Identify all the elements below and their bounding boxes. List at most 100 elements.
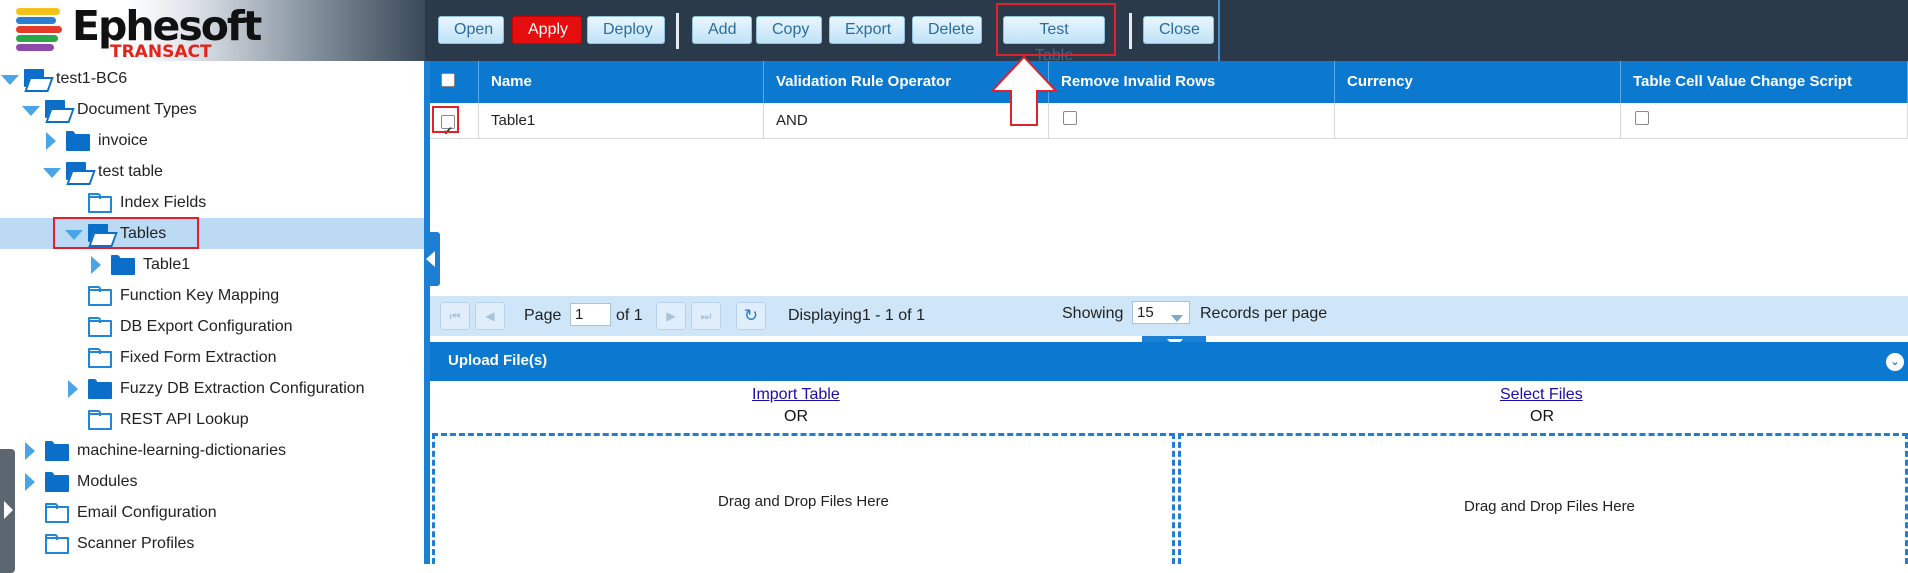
logo: Ephesoft TRANSACT <box>0 0 425 62</box>
collapsed-arrow-icon[interactable] <box>21 441 39 460</box>
column-header-change-script[interactable]: Table Cell Value Change Script <box>1621 61 1908 103</box>
first-page-icon: ⏮ <box>449 309 461 323</box>
close-button[interactable]: Close <box>1143 16 1214 44</box>
tree-node-index-fields[interactable]: Index Fields <box>64 187 206 218</box>
delete-button[interactable]: Delete <box>912 16 982 44</box>
test-table-highlight <box>996 3 1116 56</box>
first-page-button[interactable]: ⏮ <box>440 302 470 330</box>
collapsed-arrow-icon[interactable] <box>42 131 60 150</box>
annotation-up-arrow-icon <box>990 55 1058 126</box>
remove-invalid-rows-checkbox[interactable] <box>1063 111 1077 125</box>
tree-node-label: REST API Lookup <box>120 410 249 428</box>
tree-node-table1[interactable]: Table1 <box>87 249 190 280</box>
folder-icon <box>45 471 69 492</box>
folder-outline-icon <box>45 502 69 523</box>
drop-zone-import-table[interactable]: Drag and Drop Files Here <box>432 433 1175 564</box>
tree-node-test-table[interactable]: test table <box>42 156 163 187</box>
tree-node-label: Index Fields <box>120 193 207 211</box>
drop-zone-text: Drag and Drop Files Here <box>718 493 889 510</box>
tree-node-label: Email Configuration <box>77 503 217 521</box>
drop-zone-select-files[interactable]: Drag and Drop Files Here <box>1178 433 1908 564</box>
folder-outline-icon <box>88 409 112 430</box>
tree-node-label: Function Key Mapping <box>120 286 280 304</box>
records-per-page-label: Records per page <box>1200 305 1328 322</box>
or-label: OR <box>784 408 808 425</box>
tree-node-label: test table <box>98 162 163 180</box>
tree-node-label: Fuzzy DB Extraction Configuration <box>120 379 365 397</box>
expand-arrow-icon[interactable] <box>42 163 61 181</box>
tree-node-label: Table1 <box>143 255 191 273</box>
select-all-cell <box>430 61 479 103</box>
tree-node-root[interactable]: test1-BC6 <box>0 63 127 94</box>
column-header-currency[interactable]: Currency <box>1335 61 1621 103</box>
select-files-link[interactable]: Select Files <box>1500 386 1583 404</box>
tree-node-label: Modules <box>77 472 138 490</box>
tree-node-rest-api[interactable]: REST API Lookup <box>64 404 249 435</box>
tree-node-fuzzy-db[interactable]: Fuzzy DB Extraction Configuration <box>64 373 365 404</box>
expand-arrow-icon[interactable] <box>21 101 40 119</box>
change-script-checkbox[interactable] <box>1635 111 1649 125</box>
toolbar-separator <box>1129 13 1132 49</box>
tree-node-email-config[interactable]: Email Configuration <box>21 497 217 528</box>
cell-remove-invalid <box>1049 103 1335 139</box>
tree-node-label: Fixed Form Extraction <box>120 348 277 366</box>
folder-icon <box>66 130 90 151</box>
last-page-button[interactable]: ⏭ <box>691 302 721 330</box>
add-button[interactable]: Add <box>692 16 752 44</box>
upload-panel-header: Upload File(s) ⌄ <box>430 342 1908 381</box>
folder-icon <box>111 254 135 275</box>
prev-page-button[interactable]: ◀ <box>475 302 505 330</box>
folder-icon <box>88 378 112 399</box>
column-header-remove-invalid[interactable]: Remove Invalid Rows <box>1049 61 1335 103</box>
logo-mark-icon <box>16 8 66 54</box>
copy-button[interactable]: Copy <box>756 16 822 44</box>
cell-currency[interactable] <box>1335 103 1621 139</box>
upload-panel-title: Upload File(s) <box>448 352 548 369</box>
toolbar-edge <box>1218 0 1220 61</box>
row-checkbox-highlight <box>432 106 459 133</box>
collapsed-arrow-icon[interactable] <box>87 255 105 274</box>
export-button[interactable]: Export <box>829 16 905 44</box>
page-number-input[interactable]: 1 <box>570 303 611 326</box>
collapse-sidebar-tab[interactable] <box>424 232 440 286</box>
tree-node-fixed-form[interactable]: Fixed Form Extraction <box>64 342 276 373</box>
grid-header: Name Validation Rule Operator Remove Inv… <box>430 61 1908 103</box>
import-table-link[interactable]: Import Table <box>752 386 840 404</box>
tree-node-modules[interactable]: Modules <box>21 466 137 497</box>
tree-node-db-export[interactable]: DB Export Configuration <box>64 311 293 342</box>
deploy-button[interactable]: Deploy <box>587 16 665 44</box>
tree-node-document-types[interactable]: Document Types <box>21 94 197 125</box>
showing-label: Showing <box>1062 305 1124 322</box>
folder-open-icon <box>66 161 90 182</box>
collapsed-arrow-icon[interactable] <box>21 472 39 491</box>
expand-arrow-icon[interactable] <box>0 70 19 88</box>
apply-button[interactable]: Apply <box>512 16 582 44</box>
collapse-upload-icon[interactable]: ⌄ <box>1886 353 1904 371</box>
toolbar-separator <box>676 13 679 49</box>
select-all-checkbox[interactable] <box>441 73 455 87</box>
open-button[interactable]: Open <box>438 16 504 44</box>
prev-page-icon: ◀ <box>485 309 495 323</box>
tree-node-label: test1-BC6 <box>56 69 128 87</box>
refresh-button[interactable]: ↻ <box>736 302 766 330</box>
chevron-down-icon[interactable] <box>1171 315 1183 322</box>
folder-outline-icon <box>88 316 112 337</box>
top-toolbar: Ephesoft TRANSACT Open Apply Deploy Add … <box>0 0 1908 64</box>
tree-node-ml-dictionaries[interactable]: machine-learning-dictionaries <box>21 435 286 466</box>
table-row[interactable]: Table1 AND <box>430 103 1908 149</box>
column-header-name[interactable]: Name <box>479 61 764 103</box>
tree-node-function-key-mapping[interactable]: Function Key Mapping <box>64 280 279 311</box>
tree-node-scanner-profiles[interactable]: Scanner Profiles <box>21 528 194 559</box>
collapsed-arrow-icon[interactable] <box>64 379 82 398</box>
cell-name[interactable]: Table1 <box>479 103 764 139</box>
tree-node-label: DB Export Configuration <box>120 317 293 335</box>
cell-change-script <box>1621 103 1908 139</box>
pagination-bar: ⏮ ◀ Page 1 of 1 ▶ ⏭ ↻ Displaying1 - 1 of… <box>430 296 1908 336</box>
tree-node-label: Document Types <box>77 100 197 118</box>
collapse-left-panel-handle[interactable] <box>0 449 15 573</box>
configuration-tree: test1-BC6 Document Types invoice test ta… <box>0 61 424 573</box>
folder-outline-icon <box>88 192 112 213</box>
tree-node-invoice[interactable]: invoice <box>42 125 148 156</box>
next-page-button[interactable]: ▶ <box>656 302 686 330</box>
tables-highlight <box>53 217 199 249</box>
